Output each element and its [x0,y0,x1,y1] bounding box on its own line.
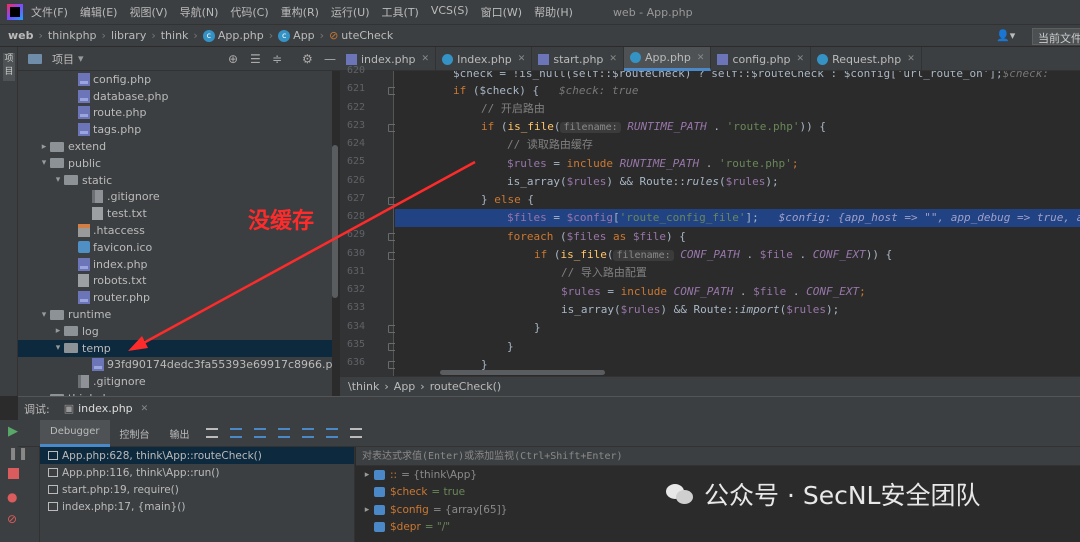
wechat-icon [666,482,694,506]
annotation-arrow-line [137,160,476,348]
annotation-arrow [128,160,476,351]
watermark: 公众号 · SecNL安全团队 [666,476,980,512]
watermark-text: 公众号 · SecNL安全团队 [704,481,981,510]
annotation-label: 没缓存 [248,209,315,234]
annotation-arrow-head [128,336,148,351]
